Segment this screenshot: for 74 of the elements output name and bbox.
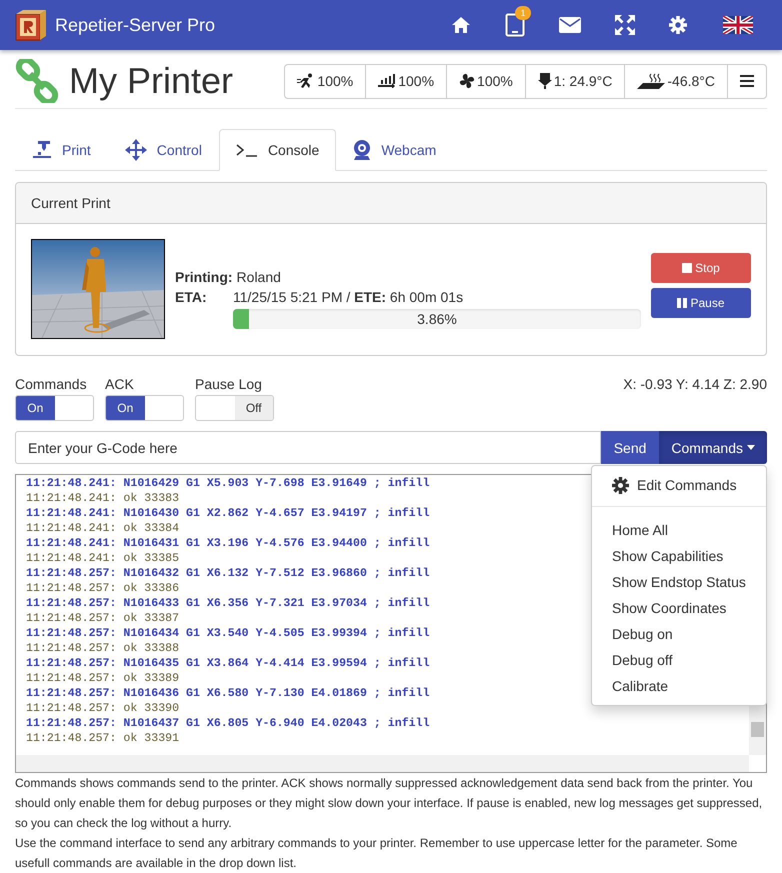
panel-heading: Current Print	[16, 183, 766, 224]
printer-name: My Printer	[69, 60, 234, 102]
log-line: 11:21:48.241: N1016429 G1 X5.903 Y-7.698 E3.91649 ; infill	[26, 476, 430, 491]
toggle-label: Commands	[15, 376, 88, 392]
pause-icon	[677, 298, 688, 308]
heated-bed-icon	[637, 73, 666, 89]
toggle-switch[interactable]: On	[105, 395, 184, 421]
settings-icon[interactable]	[669, 16, 687, 34]
log-line: 11:21:48.257: N1016436 G1 X6.580 Y-7.130 E4.01869 ; infill	[26, 686, 430, 701]
log-line: 11:21:48.241: N1016431 G1 X3.196 Y-4.576 E3.94400 ; infill	[26, 536, 430, 551]
tab[interactable]: Console	[218, 129, 336, 171]
terminal-icon	[236, 143, 258, 157]
field-label: ETA:	[175, 289, 208, 305]
log-line: 11:21:48.257: N1016435 G1 X3.864 Y-4.414 E3.99594 ; infill	[26, 656, 430, 671]
envelope-icon[interactable]	[559, 17, 581, 33]
log-line: 11:21:48.257: ok 33391	[26, 731, 180, 746]
log-line: 11:21:48.257: N1016432 G1 X6.132 Y-7.512 E3.96860 ; infill	[26, 566, 430, 581]
menu-item[interactable]: Debug off	[592, 647, 766, 673]
menu-item[interactable]: Home All	[592, 517, 766, 543]
menu-icon	[740, 75, 754, 87]
tab[interactable]: Control	[108, 129, 219, 171]
gcode-input[interactable]: Enter your G-Code here	[15, 431, 601, 464]
extruder-icon	[538, 73, 552, 89]
eta-text: 11/25/15 5:21 PM / ETE: 6h 00m 01s	[233, 289, 464, 305]
menu-item[interactable]: Edit Commands	[592, 470, 766, 500]
help-text: Commands shows commands send to the printer. ACK shows normally suppressed acknowledgement data send back from the printer. You should only enable them for debug purposes or they might slow down your interface. If pause is enabled, new log messages get suppressed, so you can check the log without a hurry.	[15, 775, 764, 832]
home-icon[interactable]	[451, 16, 471, 34]
stop-button[interactable]: Stop	[651, 252, 751, 282]
coordinates-text: X: -0.93 Y: 4.14 Z: 2.90	[623, 376, 767, 392]
field-label: Printing:	[175, 269, 233, 285]
menu-item[interactable]: Debug on	[592, 621, 766, 647]
toggle-label: Pause Log	[195, 376, 263, 392]
toggle-label: ACK	[105, 376, 135, 392]
commands-dropdown-button[interactable]: Commands	[659, 431, 767, 464]
menu-item[interactable]: Show Endstop Status	[592, 569, 766, 595]
webcam-icon	[353, 140, 372, 160]
log-line: 11:21:48.257: ok 33390	[26, 701, 180, 716]
stop-icon	[682, 262, 692, 272]
log-line: 11:21:48.241: N1016430 G1 X2.862 Y-4.657 E3.94197 ; infill	[26, 506, 430, 521]
letter-block-icon	[15, 9, 47, 41]
log-line: 11:21:48.257: ok 33387	[26, 611, 180, 626]
menu-button[interactable]	[727, 64, 766, 98]
menu-item[interactable]: Calibrate	[592, 673, 766, 699]
caret-icon	[747, 445, 755, 450]
chain-link-icon	[15, 59, 59, 103]
pause-button[interactable]: Pause	[651, 288, 751, 318]
notification-badge: 1	[515, 6, 531, 20]
log-line: 11:21:48.257: ok 33389	[26, 671, 180, 686]
flag-icon[interactable]	[723, 16, 753, 34]
menu-item[interactable]: Show Coordinates	[592, 595, 766, 621]
help-text: Use the command interface to send any arbitrary commands to your printer. Remember to use uppercase letter for the parameter. Some usefull commands are available in the drop down list.	[15, 835, 738, 872]
fullscreen-icon[interactable]	[615, 15, 635, 35]
settings-icon	[612, 476, 629, 494]
tab[interactable]: Webcam	[336, 129, 454, 171]
log-line: 11:21:48.257: N1016437 G1 X6.805 Y-6.940 E4.02043 ; infill	[26, 716, 430, 731]
send-button[interactable]: Send	[600, 431, 660, 464]
progress-text: 3.86%	[416, 310, 458, 329]
log-line: 11:21:48.241: ok 33385	[26, 551, 180, 566]
toggle-switch[interactable]: On	[15, 395, 94, 421]
menu-item[interactable]: Show Capabilities	[592, 543, 766, 569]
log-line: 11:21:48.257: N1016433 G1 X6.356 Y-7.321 E3.97034 ; infill	[26, 596, 430, 611]
tab[interactable]: Print	[15, 129, 108, 171]
log-line: 11:21:48.257: ok 33388	[26, 641, 180, 656]
toggle-switch[interactable]: Off	[195, 395, 274, 421]
move-arrows-icon	[124, 139, 147, 161]
file-name: Roland	[236, 269, 281, 285]
app-title: Repetier-Server Pro	[55, 14, 216, 36]
log-line: 11:21:48.241: ok 33383	[26, 491, 180, 506]
fan-icon	[459, 73, 476, 89]
flow-icon	[378, 74, 396, 88]
log-line: 11:21:48.257: N1016434 G1 X3.540 Y-4.505 E3.99394 ; infill	[26, 626, 430, 641]
log-line: 11:21:48.241: ok 33384	[26, 521, 180, 536]
printer-nozzle-icon	[32, 140, 52, 160]
log-line: 11:21:48.257: ok 33386	[26, 581, 180, 596]
